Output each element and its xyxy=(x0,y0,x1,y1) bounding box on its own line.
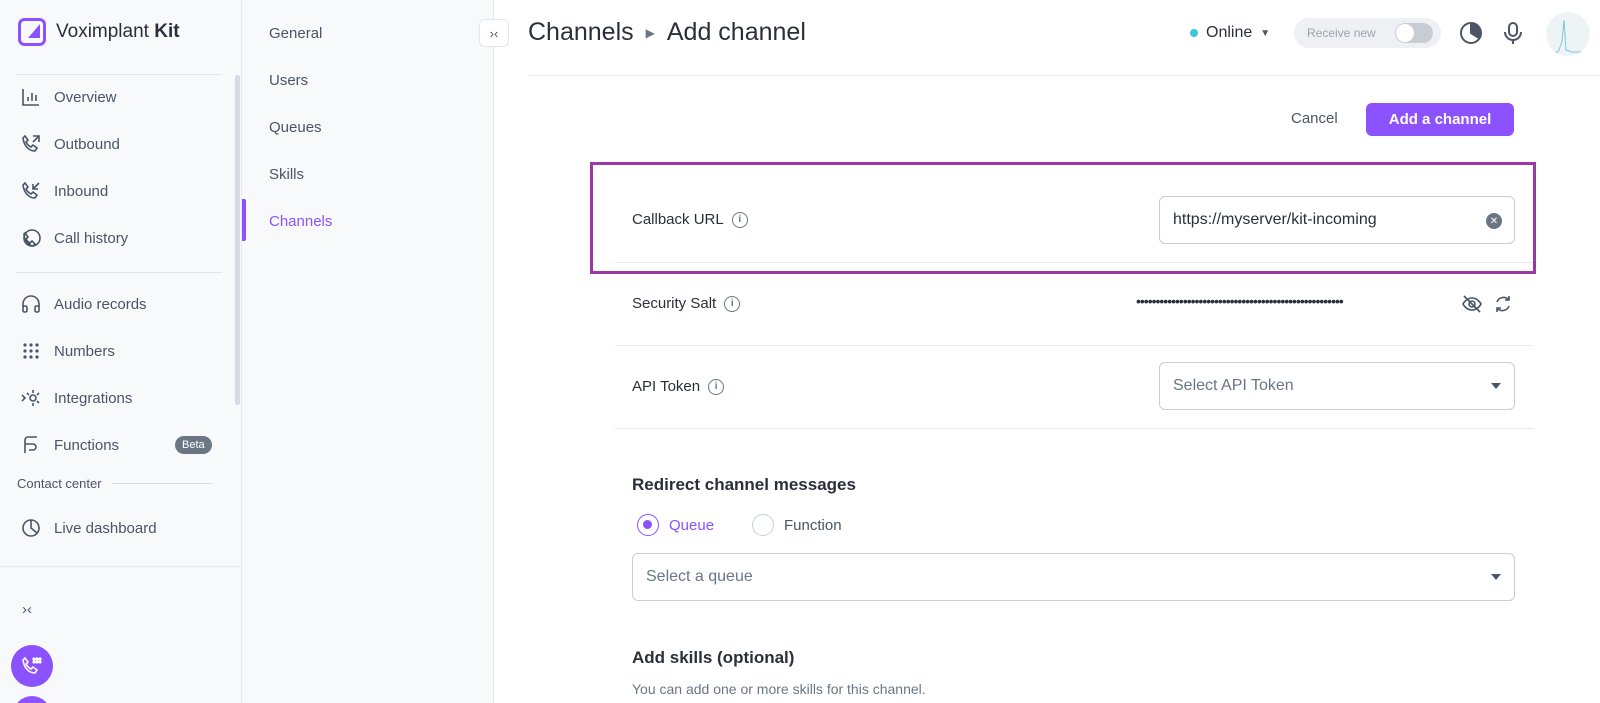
receive-new-toggle[interactable]: Receive new xyxy=(1294,18,1441,48)
cancel-button[interactable]: Cancel xyxy=(1291,110,1338,127)
skills-section-title: Add skills (optional) xyxy=(632,648,795,667)
subnav-item-queues[interactable]: Queues xyxy=(269,119,322,136)
sidebar-collapse-icon[interactable]: ›‹ xyxy=(22,601,32,618)
security-salt-value: ••••••••••••••••••••••••••••••••••••••••… xyxy=(1136,293,1344,309)
radio-function[interactable]: Function xyxy=(752,514,842,536)
brand[interactable]: Voximplant Kit xyxy=(18,18,180,46)
overview-chart-icon xyxy=(22,89,39,106)
info-icon[interactable]: i xyxy=(731,211,748,228)
api-token-label: API Token i xyxy=(632,378,725,395)
subnav-item-users[interactable]: Users xyxy=(269,72,308,89)
add-channel-button[interactable]: Add a channel xyxy=(1366,103,1514,136)
subnav-collapse-button[interactable]: ›‹ xyxy=(479,19,509,47)
sidebar-item-numbers[interactable]: Numbers xyxy=(20,337,115,365)
call-history-icon xyxy=(23,229,41,247)
sidebar-item-audio-records[interactable]: Audio records xyxy=(20,290,147,318)
subnav-active-indicator xyxy=(242,199,246,241)
radio-circle[interactable] xyxy=(752,514,774,536)
sidebar-item-inbound[interactable]: Inbound xyxy=(20,177,108,205)
sidebar-divider xyxy=(16,74,222,75)
row-divider xyxy=(615,345,1533,346)
sidebar-item-call-history[interactable]: Call history xyxy=(20,224,128,252)
status-online-dot xyxy=(1190,29,1198,37)
radio-circle[interactable] xyxy=(637,514,659,536)
phone-dialpad-icon xyxy=(22,656,42,674)
chevron-down-icon: ▼ xyxy=(1260,27,1271,39)
settings-subnav: General Users Queues Skills Channels xyxy=(242,0,494,703)
subnav-item-general[interactable]: General xyxy=(269,25,322,42)
api-token-select[interactable]: Select API Token xyxy=(1159,362,1515,410)
subnav-item-skills[interactable]: Skills xyxy=(269,166,304,183)
softphone-button[interactable] xyxy=(11,645,53,687)
breadcrumb: Channels ▶ Add channel xyxy=(528,18,806,47)
clear-input-icon[interactable]: ✕ xyxy=(1486,213,1502,229)
skills-helper-text: You can add one or more skills for this … xyxy=(632,681,926,697)
page-header: Channels ▶ Add channel Online ▼ Receive … xyxy=(528,0,1600,76)
sidebar-item-functions[interactable]: Functions Beta xyxy=(20,431,212,459)
beta-badge: Beta xyxy=(175,436,212,454)
sidebar-bottom-divider xyxy=(0,566,242,567)
functions-icon xyxy=(24,436,37,453)
callback-url-input[interactable]: https://myserver/kit-incoming ✕ xyxy=(1159,196,1515,244)
collapse-arrows-icon: ›‹ xyxy=(489,25,499,41)
avatar[interactable] xyxy=(1546,12,1590,56)
sidebar-scrollbar[interactable] xyxy=(235,75,240,405)
sidebar-item-integrations[interactable]: Integrations xyxy=(20,384,132,412)
secondary-fab[interactable] xyxy=(13,696,51,703)
status-dropdown[interactable]: Online ▼ xyxy=(1190,24,1270,42)
row-divider xyxy=(615,428,1533,429)
pie-chart-icon xyxy=(22,519,40,537)
subnav-item-channels[interactable]: Channels xyxy=(269,213,332,230)
avatar-sparkline-icon xyxy=(1548,19,1588,53)
callback-url-label: Callback URL i xyxy=(632,211,748,228)
sidebar-item-live-dashboard[interactable]: Live dashboard xyxy=(20,514,157,542)
radio-queue[interactable]: Queue xyxy=(637,514,714,536)
chevron-down-icon xyxy=(1491,574,1501,580)
queue-select[interactable]: Select a queue xyxy=(632,553,1515,601)
toggle-switch[interactable] xyxy=(1395,23,1433,43)
voximplant-logo-icon xyxy=(18,18,46,46)
outbound-call-icon xyxy=(22,134,40,152)
sidebar-item-outbound[interactable]: Outbound xyxy=(20,130,120,158)
sidebar-section-contact-center: Contact center xyxy=(17,476,212,491)
sidebar-divider xyxy=(16,272,222,273)
integrations-icon xyxy=(21,390,40,406)
breadcrumb-channels[interactable]: Channels xyxy=(528,18,634,47)
chevron-down-icon xyxy=(1491,383,1501,389)
sidebar-item-overview[interactable]: Overview xyxy=(20,83,117,111)
security-salt-label: Security Salt i xyxy=(632,295,741,312)
main-sidebar: Voximplant Kit Overview Outbound Inbound… xyxy=(0,0,242,703)
stats-pie-icon[interactable] xyxy=(1458,20,1484,46)
breadcrumb-separator-icon: ▶ xyxy=(645,25,655,40)
info-icon[interactable]: i xyxy=(708,378,725,395)
dialpad-icon xyxy=(23,343,39,359)
brand-name: Voximplant Kit xyxy=(56,21,180,42)
redirect-section-title: Redirect channel messages xyxy=(632,475,856,494)
headphones-icon xyxy=(22,295,40,313)
info-icon[interactable]: i xyxy=(724,295,741,312)
inbound-call-icon xyxy=(22,181,40,199)
page-title: Add channel xyxy=(666,18,806,46)
microphone-icon[interactable] xyxy=(1500,20,1526,46)
refresh-icon[interactable] xyxy=(1492,293,1514,315)
eye-off-icon[interactable] xyxy=(1461,293,1483,315)
row-divider xyxy=(615,262,1533,263)
